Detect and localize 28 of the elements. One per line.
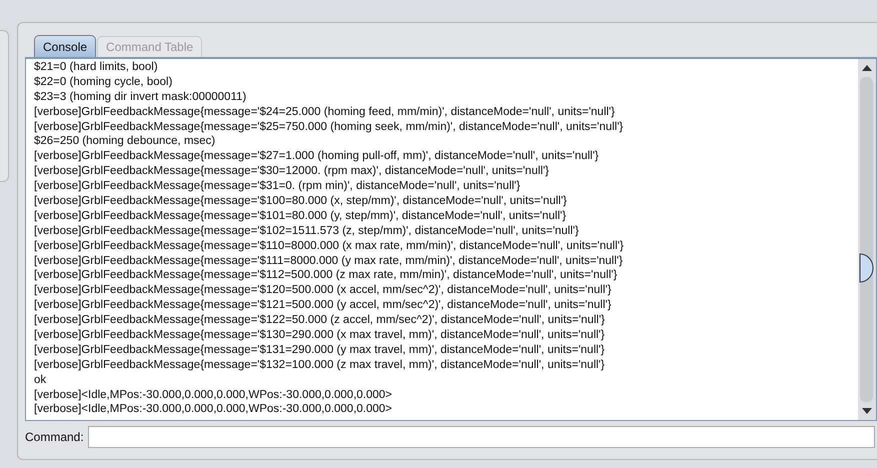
- console-line: [verbose]GrblFeedbackMessage{message='$100=80.000 (x, step/mm)', distanceMode='null', units='null'}: [34, 194, 568, 209]
- console-line: [verbose]<Idle,MPos:-30.000,0.000,0.000,WPos:-30.000,0.000,0.000>: [34, 388, 394, 402]
- console-line: [verbose]GrblFeedbackMessage{message='$101=80.000 (y, step/mm)', distanceMode='null', units='null'}: [34, 208, 568, 224]
- console-line: [verbose]GrblFeedbackMessage{message='$30=12000. (rpm max)', distanceMode='null', units='null'}: [34, 164, 550, 180]
- console-line: $23=3 (homing dir invert mask:00000011): [34, 90, 248, 105]
- tab[interactable]: Console: [34, 35, 96, 57]
- console-line: ok: [34, 372, 48, 388]
- console-line: [verbose]GrblFeedbackMessage{message='$121=500.000 (y accel, mm/sec^2)', distanceMode='null', units='null'}: [34, 298, 612, 314]
- console-line: [verbose]GrblFeedbackMessage{message='$132=100.000 (z max travel, mm)', distanceMode='null', units='null'}: [34, 358, 606, 373]
- vertical-scrollbar[interactable]: [858, 59, 876, 420]
- console-line: [verbose]GrblFeedbackMessage{message='$25=750.000 (homing seek, mm/min)', distanceMode='null', units='null'}: [34, 120, 624, 134]
- console-line: [verbose]GrblFeedbackMessage{message='$31=0. (rpm min)', distanceMode='null', units='null'}: [34, 179, 522, 194]
- console-line: [verbose]GrblFeedbackMessage{message='$122=50.000 (z accel, mm/sec^2)', distanceMode='null', units='null'}: [34, 313, 606, 328]
- console-line: [verbose]GrblFeedbackMessage{message='$27=1.000 (homing pull-off, mm)', distanceMode='null', units='null'}: [34, 149, 600, 164]
- console-line: $26=250 (homing debounce, msec): [34, 134, 216, 150]
- console-line: $22=0 (homing cycle, bool): [34, 74, 174, 90]
- console-line: [verbose]GrblFeedbackMessage{message='$112=500.000 (z max rate, mm/min)', distanceMode='null', units='null'}: [34, 268, 618, 284]
- console-line: [verbose]GrblFeedbackMessage{message='$130=290.000 (x max travel, mm)', distanceMode='null', units='null'}: [34, 328, 606, 343]
- console-line: [verbose]GrblFeedbackMessage{message='$131=290.000 (y max travel, mm)', distanceMode='null', units='null'}: [34, 342, 606, 358]
- console-line: [verbose]GrblFeedbackMessage{message='$102=1511.573 (z, step/mm)', distanceMode='null', units='null'}: [34, 224, 580, 239]
- console-line: [verbose]GrblFeedbackMessage{message='$110=8000.000 (x max rate, mm/min)', distanceMode='null', units='null'}: [34, 238, 625, 254]
- console-line: [verbose]GrblFeedbackMessage{message='$24=25.000 (homing feed, mm/min)', distanceMode='null', units='null'}: [34, 104, 616, 120]
- console-line: [verbose]<Idle,MPos:-30.000,0.000,0.000,WPos:-30.000,0.000,0.000>: [34, 402, 394, 418]
- console-line: [verbose]GrblFeedbackMessage{message='$111=8000.000 (y max rate, mm/min)', distanceMode='null', units='null'}: [34, 254, 624, 268]
- console-line: [verbose]GrblFeedbackMessage{message='$120=500.000 (x accel, mm/sec^2)', distanceMode='null', units='null'}: [34, 283, 612, 298]
- command-input[interactable]: [88, 426, 875, 448]
- command-label: Command:: [25, 430, 84, 444]
- console-line: $21=0 (hard limits, bool): [34, 60, 159, 75]
